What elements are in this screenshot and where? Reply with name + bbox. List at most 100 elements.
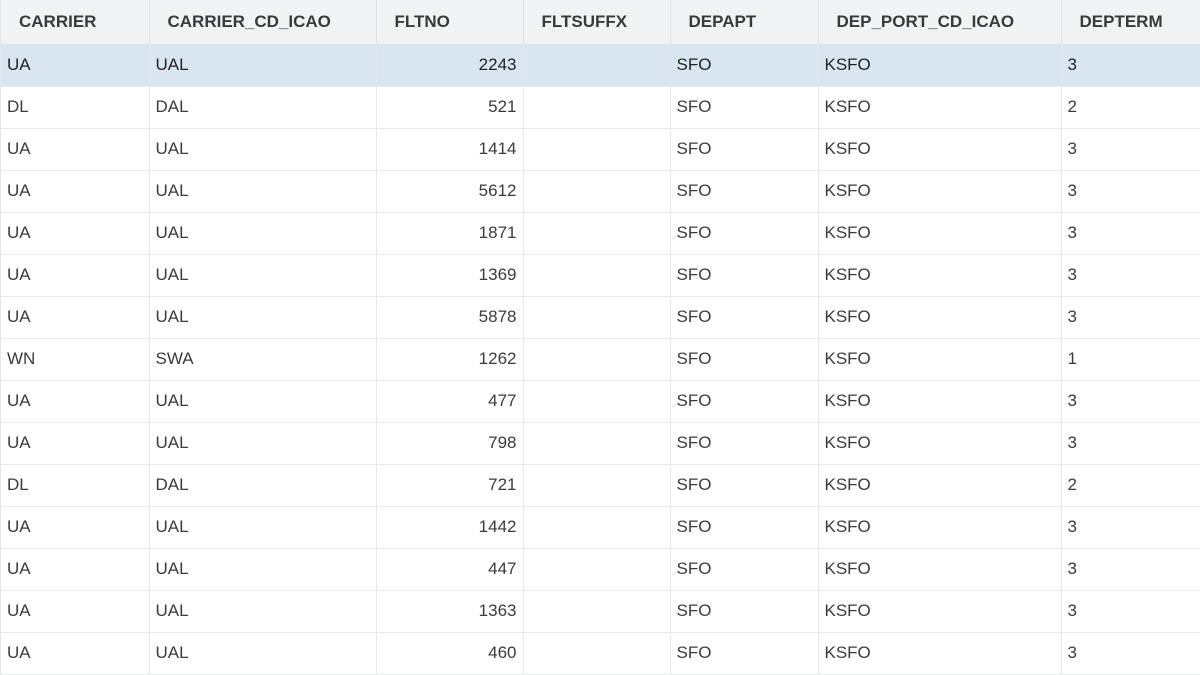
column-header-carrier[interactable]: CARRIER — [1, 0, 150, 45]
cell-fltsuffx[interactable] — [523, 590, 671, 633]
cell-carrier-cd-icao[interactable]: DAL — [149, 464, 377, 507]
cell-carrier[interactable]: UA — [1, 422, 150, 465]
table-row[interactable]: UA UAL 798 SFO KSFO 3 — [1, 422, 1200, 465]
cell-fltsuffx[interactable] — [523, 212, 671, 255]
cell-depterm[interactable]: 3 — [1061, 44, 1200, 87]
cell-fltno[interactable]: 1262 — [376, 338, 524, 381]
cell-carrier[interactable]: WN — [1, 338, 150, 381]
cell-carrier-cd-icao[interactable]: UAL — [149, 128, 377, 171]
cell-depapt[interactable]: SFO — [670, 254, 819, 297]
cell-carrier[interactable]: UA — [1, 128, 150, 171]
cell-fltsuffx[interactable] — [523, 380, 671, 423]
cell-carrier-cd-icao[interactable]: UAL — [149, 632, 377, 675]
cell-depterm[interactable]: 3 — [1061, 506, 1200, 549]
table-row[interactable]: UA UAL 477 SFO KSFO 3 — [1, 380, 1200, 423]
table-row[interactable]: UA UAL 1414 SFO KSFO 3 — [1, 128, 1200, 171]
table-row[interactable]: DL DAL 521 SFO KSFO 2 — [1, 86, 1200, 129]
cell-carrier-cd-icao[interactable]: UAL — [149, 170, 377, 213]
cell-depterm[interactable]: 3 — [1061, 128, 1200, 171]
cell-fltno[interactable]: 460 — [376, 632, 524, 675]
cell-fltno[interactable]: 1442 — [376, 506, 524, 549]
cell-fltno[interactable]: 1871 — [376, 212, 524, 255]
cell-depapt[interactable]: SFO — [670, 170, 819, 213]
cell-fltno[interactable]: 721 — [376, 464, 524, 507]
cell-fltsuffx[interactable] — [523, 44, 671, 87]
cell-dep-port-cd-icao[interactable]: KSFO — [818, 464, 1062, 507]
cell-dep-port-cd-icao[interactable]: KSFO — [818, 422, 1062, 465]
cell-dep-port-cd-icao[interactable]: KSFO — [818, 128, 1062, 171]
cell-fltsuffx[interactable] — [523, 422, 671, 465]
cell-depapt[interactable]: SFO — [670, 212, 819, 255]
cell-dep-port-cd-icao[interactable]: KSFO — [818, 212, 1062, 255]
cell-fltno[interactable]: 447 — [376, 548, 524, 591]
cell-dep-port-cd-icao[interactable]: KSFO — [818, 296, 1062, 339]
cell-carrier[interactable]: UA — [1, 254, 150, 297]
cell-dep-port-cd-icao[interactable]: KSFO — [818, 170, 1062, 213]
cell-fltsuffx[interactable] — [523, 338, 671, 381]
cell-carrier[interactable]: UA — [1, 548, 150, 591]
cell-carrier-cd-icao[interactable]: UAL — [149, 590, 377, 633]
cell-dep-port-cd-icao[interactable]: KSFO — [818, 590, 1062, 633]
cell-fltno[interactable]: 521 — [376, 86, 524, 129]
cell-fltno[interactable]: 5612 — [376, 170, 524, 213]
cell-depterm[interactable]: 3 — [1061, 548, 1200, 591]
cell-depapt[interactable]: SFO — [670, 86, 819, 129]
cell-carrier-cd-icao[interactable]: UAL — [149, 506, 377, 549]
table-row[interactable]: DL DAL 721 SFO KSFO 2 — [1, 464, 1200, 507]
table-row[interactable]: UA UAL 1871 SFO KSFO 3 — [1, 212, 1200, 255]
cell-depterm[interactable]: 3 — [1061, 254, 1200, 297]
table-row[interactable]: WN SWA 1262 SFO KSFO 1 — [1, 338, 1200, 381]
cell-carrier[interactable]: UA — [1, 44, 150, 87]
cell-depapt[interactable]: SFO — [670, 380, 819, 423]
cell-depapt[interactable]: SFO — [670, 338, 819, 381]
cell-carrier[interactable]: DL — [1, 464, 150, 507]
cell-carrier[interactable]: UA — [1, 212, 150, 255]
cell-fltsuffx[interactable] — [523, 128, 671, 171]
cell-carrier-cd-icao[interactable]: DAL — [149, 86, 377, 129]
cell-fltno[interactable]: 798 — [376, 422, 524, 465]
cell-depterm[interactable]: 3 — [1061, 212, 1200, 255]
cell-fltsuffx[interactable] — [523, 254, 671, 297]
table-row[interactable]: UA UAL 1369 SFO KSFO 3 — [1, 254, 1200, 297]
table-row[interactable]: UA UAL 5612 SFO KSFO 3 — [1, 170, 1200, 213]
cell-depterm[interactable]: 3 — [1061, 380, 1200, 423]
column-header-fltsuffx[interactable]: FLTSUFFX — [523, 0, 671, 45]
cell-dep-port-cd-icao[interactable]: KSFO — [818, 632, 1062, 675]
column-header-depapt[interactable]: DEPAPT — [670, 0, 819, 45]
cell-depapt[interactable]: SFO — [670, 548, 819, 591]
cell-fltno[interactable]: 2243 — [376, 44, 524, 87]
cell-carrier[interactable]: UA — [1, 380, 150, 423]
table-row[interactable]: UA UAL 460 SFO KSFO 3 — [1, 632, 1200, 675]
cell-dep-port-cd-icao[interactable]: KSFO — [818, 338, 1062, 381]
cell-carrier[interactable]: UA — [1, 506, 150, 549]
cell-fltno[interactable]: 1369 — [376, 254, 524, 297]
cell-carrier[interactable]: DL — [1, 86, 150, 129]
cell-depterm[interactable]: 3 — [1061, 170, 1200, 213]
column-header-carrier-cd-icao[interactable]: CARRIER_CD_ICAO — [149, 0, 377, 45]
column-header-dep-port-cd-icao[interactable]: DEP_PORT_CD_ICAO — [818, 0, 1062, 45]
cell-dep-port-cd-icao[interactable]: KSFO — [818, 380, 1062, 423]
cell-fltno[interactable]: 1363 — [376, 590, 524, 633]
cell-fltsuffx[interactable] — [523, 548, 671, 591]
cell-depterm[interactable]: 2 — [1061, 464, 1200, 507]
table-row[interactable]: UA UAL 1363 SFO KSFO 3 — [1, 590, 1200, 633]
cell-fltno[interactable]: 1414 — [376, 128, 524, 171]
cell-depapt[interactable]: SFO — [670, 44, 819, 87]
cell-depterm[interactable]: 3 — [1061, 296, 1200, 339]
cell-fltsuffx[interactable] — [523, 632, 671, 675]
cell-carrier[interactable]: UA — [1, 590, 150, 633]
cell-carrier-cd-icao[interactable]: SWA — [149, 338, 377, 381]
cell-fltsuffx[interactable] — [523, 506, 671, 549]
cell-carrier-cd-icao[interactable]: UAL — [149, 44, 377, 87]
cell-depterm[interactable]: 2 — [1061, 86, 1200, 129]
cell-depapt[interactable]: SFO — [670, 506, 819, 549]
cell-depterm[interactable]: 3 — [1061, 422, 1200, 465]
cell-depterm[interactable]: 3 — [1061, 632, 1200, 675]
cell-fltsuffx[interactable] — [523, 464, 671, 507]
column-header-fltno[interactable]: FLTNO — [376, 0, 524, 45]
cell-dep-port-cd-icao[interactable]: KSFO — [818, 548, 1062, 591]
cell-depterm[interactable]: 3 — [1061, 590, 1200, 633]
cell-depapt[interactable]: SFO — [670, 632, 819, 675]
cell-depapt[interactable]: SFO — [670, 590, 819, 633]
cell-dep-port-cd-icao[interactable]: KSFO — [818, 44, 1062, 87]
